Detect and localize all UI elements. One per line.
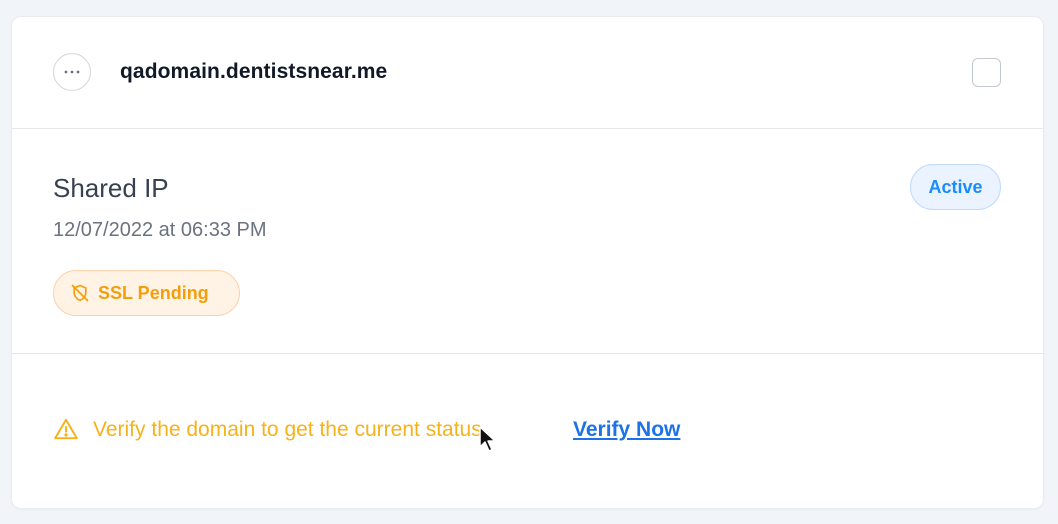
shield-off-icon bbox=[71, 284, 89, 302]
warning-triangle-icon bbox=[54, 418, 78, 440]
domain-card: qadomain.dentistsnear.me Shared IP 12/07… bbox=[12, 17, 1043, 508]
verification-section: Verify the domain to get the current sta… bbox=[12, 354, 1043, 508]
ssl-status-badge: SSL Pending bbox=[53, 270, 240, 316]
status-badge: Active bbox=[910, 164, 1001, 210]
created-date: 12/07/2022 at 06:33 PM bbox=[53, 219, 267, 241]
more-horizontal-icon bbox=[64, 70, 80, 74]
ip-type-label: Shared IP bbox=[53, 173, 169, 203]
domain-details: Shared IP 12/07/2022 at 06:33 PM SSL Pen… bbox=[12, 128, 1043, 354]
domain-card-header: qadomain.dentistsnear.me bbox=[12, 17, 1043, 129]
verify-now-link[interactable]: Verify Now bbox=[573, 417, 680, 443]
verification-message: Verify the domain to get the current sta… bbox=[93, 418, 482, 441]
domain-name: qadomain.dentistsnear.me bbox=[120, 60, 388, 83]
select-checkbox[interactable] bbox=[972, 58, 1001, 87]
more-options-button[interactable] bbox=[53, 53, 91, 91]
ssl-status-label: SSL Pending bbox=[98, 282, 209, 303]
